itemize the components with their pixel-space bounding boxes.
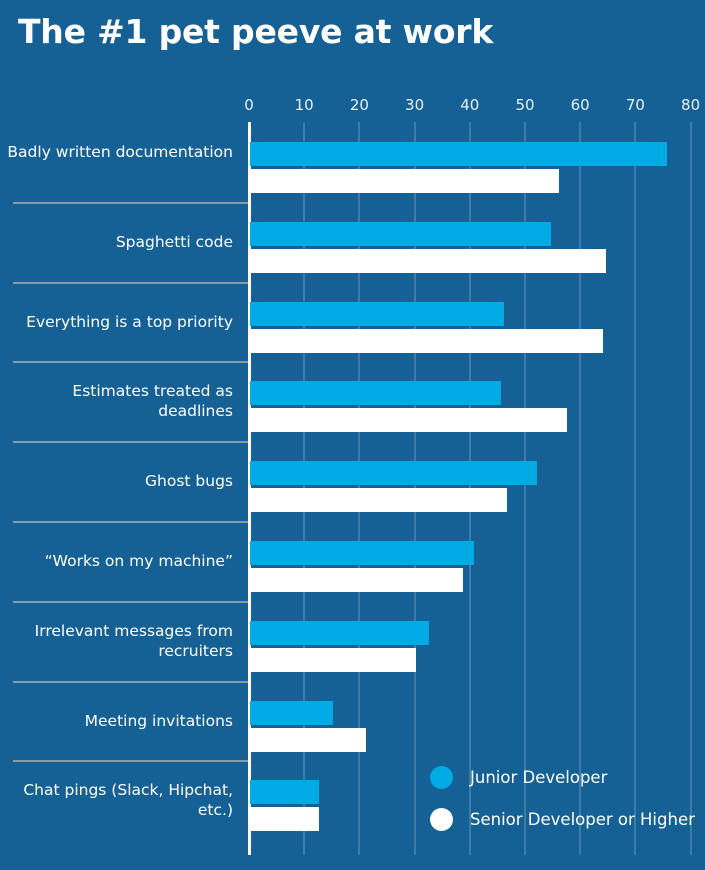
chart-rows: Badly written documentation Spaghetti cod…: [0, 122, 705, 855]
row-separator: [13, 201, 248, 204]
bar-senior-developer[interactable]: [250, 248, 607, 273]
bar-junior-developer[interactable]: [250, 461, 538, 486]
row-separator: [13, 441, 248, 444]
chart-row: Ghost bugs: [0, 441, 705, 521]
category-label: Everything is a top priority: [26, 312, 233, 331]
bar-junior-developer[interactable]: [250, 221, 551, 246]
category-label: Spaghetti code: [115, 232, 233, 251]
row-separator: [13, 600, 248, 603]
bar-junior-developer[interactable]: [250, 700, 333, 725]
legend-item[interactable]: Junior Developer: [430, 756, 700, 798]
x-tick-label-50: 50: [515, 96, 535, 114]
bar-senior-developer[interactable]: [250, 328, 604, 353]
bar-junior-developer[interactable]: [250, 541, 474, 565]
pet-peeve-bar-chart: The #1 pet peeve at work 0 10 20 30 40 50 60 70…: [0, 0, 705, 870]
bar-senior-developer[interactable]: [250, 488, 507, 513]
category-label: Chat pings (Slack, Hipchat, etc.): [23, 781, 233, 820]
chart-row: “Works on my machine”: [0, 521, 705, 601]
bar-senior-developer[interactable]: [250, 647, 416, 672]
x-tick-label-20: 20: [349, 96, 369, 114]
circle-filled-white-icon: [430, 807, 453, 831]
x-tick-label-80: 80: [681, 96, 701, 114]
category-label: Estimates treated as deadlines: [72, 382, 233, 421]
category-label: Irrelevant messages from recruiters: [34, 621, 233, 660]
category-label: “Works on my machine”: [44, 552, 233, 570]
bar-junior-developer[interactable]: [250, 780, 319, 805]
row-separator: [13, 281, 248, 284]
chart-row: Everything is a top priority: [0, 281, 705, 362]
chart-row: Estimates treated as deadlines: [0, 361, 705, 441]
bar-senior-developer[interactable]: [250, 169, 560, 193]
circle-filled-cyan-icon: [430, 765, 453, 789]
bar-junior-developer[interactable]: [250, 381, 502, 406]
x-axis-tick-labels: 0 10 20 30 40 50 60 70 80: [0, 96, 705, 118]
x-tick-label-0: 0: [244, 96, 254, 114]
x-tick-label-10: 10: [294, 96, 314, 114]
row-separator: [13, 361, 248, 364]
chart-title: The #1 pet peeve at work: [18, 12, 494, 51]
row-separator: [13, 680, 248, 683]
bar-senior-developer[interactable]: [250, 408, 568, 433]
x-tick-label-30: 30: [405, 96, 425, 114]
chart-row: Irrelevant messages from recruiters: [0, 600, 705, 681]
legend-label: Junior Developer: [470, 767, 608, 787]
bar-junior-developer[interactable]: [250, 301, 504, 326]
x-tick-label-60: 60: [570, 96, 590, 114]
category-label: Ghost bugs: [145, 472, 233, 491]
x-tick-label-70: 70: [625, 96, 645, 114]
row-separator: [13, 760, 248, 763]
row-separator: [13, 521, 248, 523]
bar-senior-developer[interactable]: [250, 727, 366, 752]
bar-senior-developer[interactable]: [250, 807, 319, 832]
category-label: Meeting invitations: [84, 711, 233, 730]
x-tick-label-40: 40: [460, 96, 480, 114]
chart-row: Meeting invitations: [0, 680, 705, 761]
chart-legend: Junior Developer Senior Developer or High…: [430, 756, 700, 840]
bar-junior-developer[interactable]: [250, 142, 667, 166]
legend-item[interactable]: Senior Developer or Higher: [430, 798, 700, 840]
bar-senior-developer[interactable]: [250, 568, 463, 592]
legend-label: Senior Developer or Higher: [470, 809, 695, 829]
chart-row: Spaghetti code: [0, 201, 705, 282]
category-label: Badly written documentation: [7, 143, 233, 161]
chart-row: Badly written documentation: [0, 122, 705, 202]
bar-junior-developer[interactable]: [250, 620, 430, 645]
